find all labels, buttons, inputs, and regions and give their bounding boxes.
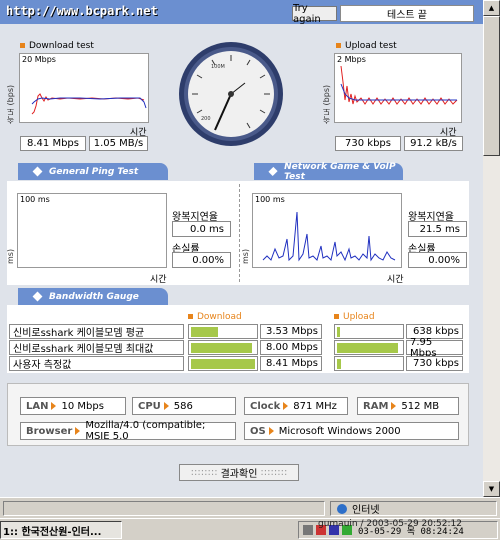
bandwidth-row-label: 신비로sshark 케이블모뎀 최대값 — [9, 340, 184, 355]
general-ping-time-label: 시간 — [150, 275, 167, 285]
upload-value: 7.95 Mbps — [406, 337, 463, 359]
upload-kbps: 730 kbps — [335, 136, 401, 151]
download-graph: 20 Mbps — [19, 53, 149, 123]
download-bar-fill — [191, 326, 218, 337]
try-again-button[interactable]: Try again — [292, 3, 337, 25]
scroll-down-icon[interactable]: ▼ — [483, 481, 500, 497]
download-bar-track — [188, 356, 258, 371]
bandwidth-row-label: 신비로sshark 케이블모뎀 평균 — [9, 324, 184, 339]
vertical-scrollbar[interactable]: ▲ ▼ — [483, 0, 500, 497]
os-info: OS Microsoft Windows 2000 — [244, 422, 459, 440]
ram-info: RAM 512 MB — [357, 397, 459, 415]
game-ping-series — [262, 211, 396, 262]
globe-icon — [337, 503, 347, 514]
general-rtt-value: 0.0 ms — [172, 221, 231, 237]
upload-kbs: 91.2 kB/s — [404, 136, 463, 151]
clock-info: Clock 871 MHz — [244, 397, 348, 415]
download-value: 3.53 Mbps — [260, 324, 322, 339]
confirm-results-button[interactable]: :::::::: 결과확인:::::::: — [179, 464, 299, 481]
watermark-text: gumauin / 2003-05-29 20:52:12 — [318, 519, 462, 529]
status-bar: 인터넷 — [0, 497, 500, 517]
upload-series-blue — [340, 83, 457, 101]
taskbar: 1:: 한국전산원-인터... 03-05-29 목 08:24:24 guma… — [0, 518, 500, 540]
speedtest-panel: http://www.bcpark.net Try again 테스트 끝 Do… — [0, 0, 483, 497]
download-value: 8.41 Mbps — [260, 356, 322, 371]
general-ping-scale: 100 ms — [20, 195, 50, 204]
general-ping-axis-label: ms) — [6, 248, 15, 264]
download-bar-fill — [191, 358, 255, 369]
upload-axis-label: 속도 (bps) — [322, 84, 331, 124]
general-loss-value: 0.00% — [172, 252, 231, 268]
tray-icon-1[interactable] — [303, 525, 313, 535]
game-ping-time-label: 시간 — [387, 275, 404, 285]
general-ping-graph: 100 ms — [17, 193, 167, 268]
speed-gauge: 100M 200 — [179, 42, 283, 146]
download-axis-label: 속도 (bps) — [6, 84, 15, 124]
bandwidth-upload-header: Upload — [334, 312, 375, 322]
game-ping-axis-label: ms) — [241, 248, 250, 264]
tab-network-game[interactable]: Network Game & VoIP Test — [254, 162, 403, 182]
download-bar-fill — [191, 342, 252, 353]
upload-bar-fill — [337, 358, 341, 369]
tab-general-ping[interactable]: General Ping Test — [18, 163, 168, 180]
browser-info: Browser Mozilla/4.0 (compatible; MSIE 5.0 — [20, 420, 236, 442]
bandwidth-download-header: Download — [188, 312, 242, 322]
upload-bar-track — [334, 340, 404, 355]
status-pane — [3, 501, 325, 516]
game-ping-graph: 100 ms — [252, 193, 402, 268]
scroll-thumb[interactable] — [483, 16, 500, 156]
download-mbps: 8.41 Mbps — [20, 136, 86, 151]
upload-bar-fill — [337, 342, 398, 353]
site-url: http://www.bcpark.net — [6, 4, 158, 18]
status-zone: 인터넷 — [330, 501, 497, 516]
tab-bandwidth-gauge[interactable]: Bandwidth Gauge — [18, 288, 168, 305]
download-mbs: 1.05 MB/s — [89, 136, 148, 151]
upload-graph: 2 Mbps — [334, 53, 462, 123]
upload-title: Upload test — [336, 41, 397, 51]
svg-text:200: 200 — [201, 116, 211, 122]
ping-divider — [239, 184, 240, 282]
taskbar-window-button[interactable]: 1:: 한국전산원-인터... — [0, 521, 122, 539]
cpu-info: CPU 586 — [132, 397, 236, 415]
download-title: Download test — [20, 41, 94, 51]
game-rtt-value: 21.5 ms — [408, 221, 467, 237]
upload-bar-track — [334, 356, 404, 371]
lan-info: LAN 10 Mbps — [20, 397, 126, 415]
bandwidth-row-label: 사용자 측정값 — [9, 356, 184, 371]
scroll-up-icon[interactable]: ▲ — [483, 0, 500, 16]
download-bar-track — [188, 340, 258, 355]
download-value: 8.00 Mbps — [260, 340, 322, 355]
upload-bar-fill — [337, 326, 341, 337]
download-series-red — [31, 93, 145, 115]
upload-series-red — [340, 65, 458, 105]
upload-value: 730 kbps — [406, 356, 463, 371]
download-bar-track — [188, 324, 258, 339]
svg-text:100M: 100M — [211, 64, 225, 70]
test-status: 테스트 끝 — [340, 5, 474, 22]
upload-bar-track — [334, 324, 404, 339]
game-loss-value: 0.00% — [408, 252, 467, 268]
